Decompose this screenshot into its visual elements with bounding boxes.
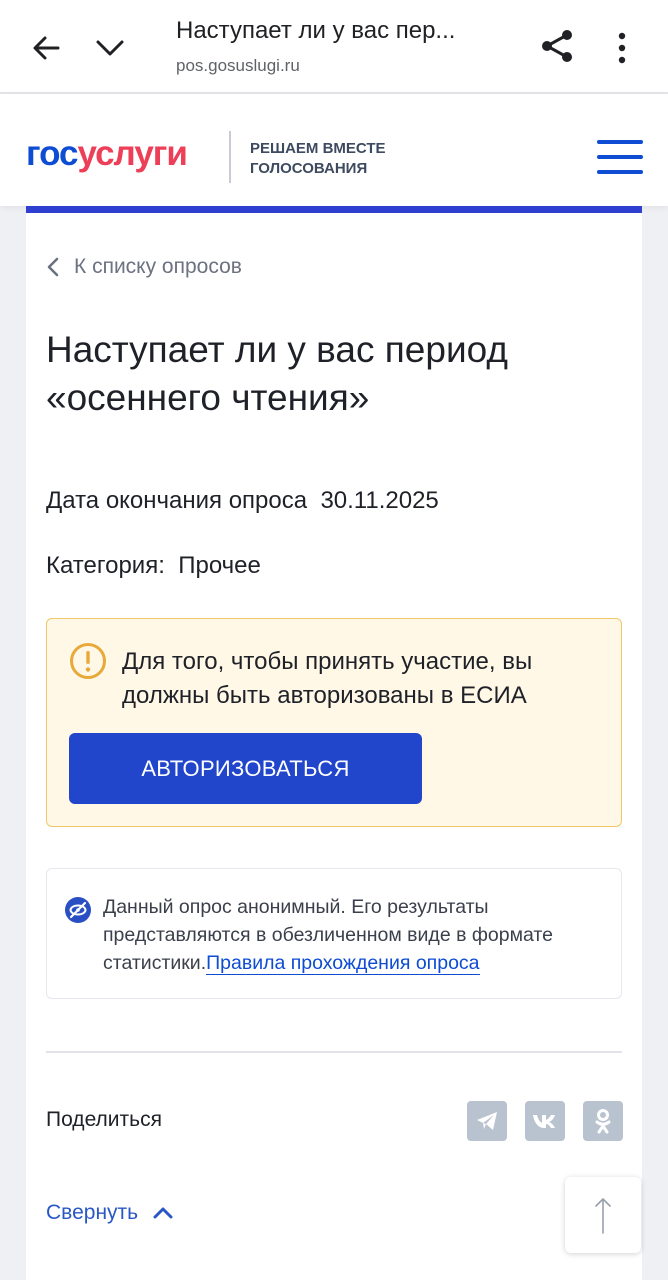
more-vert-icon[interactable]: [610, 30, 634, 66]
poll-rules-link[interactable]: Правила прохождения опроса: [206, 952, 480, 975]
arrow-up-icon: [595, 1198, 611, 1234]
vk-icon: [533, 1115, 555, 1128]
logo-divider: [229, 131, 231, 183]
hidden-eye-icon: [65, 897, 91, 923]
tagline-line2: ГОЛОСОВАНИЯ: [250, 160, 368, 177]
chevron-left-icon: [47, 257, 59, 277]
tagline-line1: РЕШАЕМ ВМЕСТЕ: [250, 140, 386, 157]
back-link-label: К списку опросов: [74, 255, 242, 278]
share-icon[interactable]: [538, 27, 576, 65]
gosuslugi-logo[interactable]: госуслуги: [26, 134, 188, 174]
authorize-button[interactable]: АВТОРИЗОВАТЬСЯ: [69, 733, 422, 804]
browser-page-title[interactable]: Наступает ли у вас пер...: [176, 17, 455, 45]
poll-category: Категория: Прочее: [46, 552, 261, 580]
telegram-icon: [477, 1112, 497, 1130]
exclamation-circle-icon: [70, 643, 106, 679]
collapse-toggle[interactable]: Свернуть: [46, 1201, 174, 1225]
browser-toolbar: Наступает ли у вас пер... pos.gosuslugi.…: [0, 0, 668, 94]
collapse-label: Свернуть: [46, 1201, 139, 1224]
share-label: Поделиться: [46, 1108, 162, 1131]
back-to-polls-link[interactable]: К списку опросов: [46, 255, 242, 279]
odnoklassniki-share-button[interactable]: [583, 1101, 623, 1141]
end-date-value: 30.11.2025: [320, 487, 439, 514]
auth-warning-text: Для того, чтобы принять участие, вы долж…: [122, 648, 533, 709]
anonymous-info-text: Данный опрос анонимный. Его результаты п…: [103, 893, 603, 977]
telegram-share-button[interactable]: [467, 1101, 507, 1141]
chevron-down-icon[interactable]: [94, 32, 126, 64]
browser-url[interactable]: pos.gosuslugi.ru: [176, 56, 300, 76]
site-tagline: РЕШАЕМ ВМЕСТЕ ГОЛОСОВАНИЯ: [250, 139, 386, 179]
end-date-label: Дата окончания опроса: [46, 487, 308, 514]
category-label: Категория:: [46, 552, 165, 579]
category-value: Прочее: [178, 552, 261, 579]
hamburger-menu-icon[interactable]: [597, 140, 643, 176]
back-arrow-icon[interactable]: [28, 30, 64, 66]
vk-share-button[interactable]: [525, 1101, 565, 1141]
section-divider: [46, 1051, 622, 1053]
logo-part-uslugi: услуги: [77, 134, 188, 173]
scroll-to-top-button[interactable]: [565, 1177, 641, 1253]
chevron-up-icon: [153, 1207, 173, 1219]
odnoklassniki-icon: [595, 1109, 611, 1134]
poll-title: Наступает ли у вас период «осеннего чтен…: [46, 329, 508, 418]
logo-part-gos: гос: [26, 134, 78, 173]
poll-end-date: Дата окончания опроса 30.11.2025: [46, 487, 439, 515]
